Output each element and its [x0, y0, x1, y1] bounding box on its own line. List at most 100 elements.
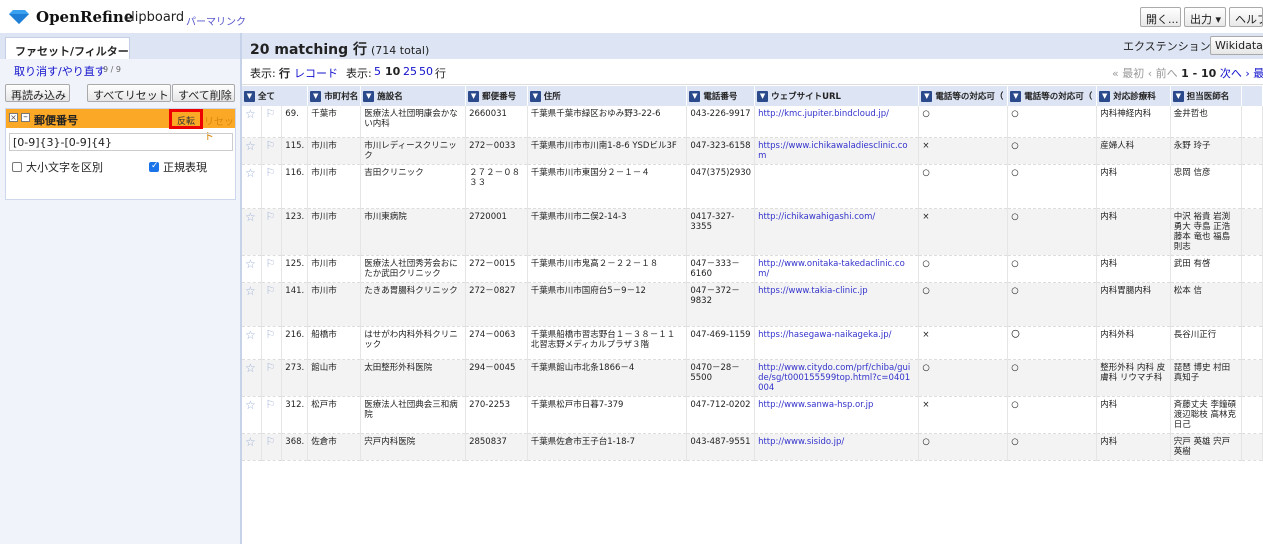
zip-cell[interactable]: 272－0033	[465, 137, 528, 165]
address-cell[interactable]: 千葉県市川市東国分２－１－４	[527, 164, 688, 209]
brand-name[interactable]: OpenRefine	[36, 8, 133, 26]
phone-support-cell[interactable]: ×	[918, 326, 1009, 360]
department-cell[interactable]: 内科外科	[1096, 326, 1171, 360]
facility-name-cell[interactable]: 市川東病院	[360, 208, 467, 256]
flag-icon[interactable]: ⚐	[265, 210, 275, 223]
facility-name-cell[interactable]: たきあ胃腸科クリニック	[360, 282, 467, 327]
facility-name-cell[interactable]: 医療法人社団明康会かない内科	[360, 106, 467, 138]
facility-name-cell[interactable]: はせがわ内科外科クリニック	[360, 326, 467, 360]
column-header[interactable]: ▼ 施設名	[360, 86, 467, 106]
zip-cell[interactable]: 272－0827	[465, 282, 528, 327]
prev-page-link[interactable]: ‹ 前へ	[1148, 67, 1178, 80]
url-cell[interactable]: http://www.onitaka-takedaclinic.com/	[754, 255, 920, 283]
phone-support-cell[interactable]: ○	[1007, 137, 1098, 165]
dropdown-icon[interactable]: ▼	[244, 91, 255, 102]
phone-cell[interactable]: 047－372－9832	[686, 282, 756, 327]
zip-cell[interactable]: 2660031	[465, 106, 528, 138]
phone-support-cell[interactable]: ○	[918, 255, 1009, 283]
website-link[interactable]: https://www.ichikawaladiesclinic.com	[758, 141, 908, 161]
star-cell[interactable]: ☆	[242, 433, 263, 461]
extensions-dropdown[interactable]: Wikidata ▾	[1210, 36, 1263, 55]
filter-expression-input[interactable]: [0-9]{3}-[0-9]{4}	[9, 133, 233, 151]
doctor-cell[interactable]: 琵琶 博史 村田 真知子	[1170, 359, 1243, 397]
phone-support-cell[interactable]: ○	[918, 433, 1009, 461]
dropdown-icon[interactable]: ▼	[689, 91, 701, 102]
dropdown-icon[interactable]: ▼	[921, 91, 933, 102]
flag-cell[interactable]: ⚐	[261, 326, 283, 360]
phone-support-cell[interactable]: ○	[1007, 433, 1098, 461]
city-cell[interactable]: 市川市	[307, 208, 362, 256]
records-mode-link[interactable]: レコード	[294, 65, 338, 81]
dropdown-icon[interactable]: ▼	[1099, 91, 1111, 102]
flag-icon[interactable]: ⚐	[265, 166, 275, 179]
address-cell[interactable]: 千葉県市川市二俣2-14-3	[527, 208, 688, 256]
refresh-button[interactable]: 再読み込み	[5, 84, 70, 102]
phone-support-cell[interactable]: ×	[918, 137, 1009, 165]
phone-cell[interactable]: 0470－28－5500	[686, 359, 756, 397]
flag-icon[interactable]: ⚐	[265, 139, 275, 152]
address-cell[interactable]: 千葉県市川市鬼高２－２２－１８	[527, 255, 688, 283]
url-cell[interactable]: http://www.sisido.jp/	[754, 433, 920, 461]
phone-cell[interactable]: 047－333－6160	[686, 255, 756, 283]
star-icon[interactable]: ☆	[245, 166, 256, 180]
phone-support-cell[interactable]: 〇	[1007, 326, 1098, 360]
city-cell[interactable]: 千葉市	[307, 106, 362, 138]
remove-all-button[interactable]: すべて削除	[172, 84, 235, 102]
city-cell[interactable]: 市川市	[307, 255, 362, 283]
flag-cell[interactable]: ⚐	[261, 106, 283, 138]
star-icon[interactable]: ☆	[245, 435, 256, 449]
star-icon[interactable]: ☆	[245, 139, 256, 153]
phone-support-cell[interactable]: ○	[918, 282, 1009, 327]
star-cell[interactable]: ☆	[242, 106, 263, 138]
flag-cell[interactable]: ⚐	[261, 164, 283, 209]
case-sensitive-option[interactable]: 大小文字を区別	[12, 159, 103, 175]
address-cell[interactable]: 千葉県松戸市日暮7-379	[527, 396, 688, 434]
facility-name-cell[interactable]: 吉田クリニック	[360, 164, 467, 209]
website-link[interactable]: http://www.onitaka-takedaclinic.com/	[758, 259, 905, 279]
phone-cell[interactable]: 043-487-9551	[686, 433, 756, 461]
invert-button[interactable]: 反転	[169, 109, 203, 129]
all-column-header[interactable]: ▼ 全て	[242, 86, 309, 106]
star-cell[interactable]: ☆	[242, 137, 263, 165]
website-link[interactable]: https://www.takia-clinic.jp	[758, 286, 868, 296]
department-cell[interactable]: 内科胃腸内科	[1096, 282, 1171, 327]
doctor-cell[interactable]: 宍戸 英雄 宍戸 英樹	[1170, 433, 1243, 461]
star-cell[interactable]: ☆	[242, 208, 263, 256]
phone-cell[interactable]: 0417-327-3355	[686, 208, 756, 256]
doctor-cell[interactable]: 中沢 裕貴 岩渕 勇大 寺島 正浩 藤本 竜也 福島 則志	[1170, 208, 1243, 256]
facility-name-cell[interactable]: 医療法人社団典会三和病院	[360, 396, 467, 434]
city-cell[interactable]: 市川市	[307, 137, 362, 165]
column-header[interactable]: ▼ 対応診療科	[1096, 86, 1171, 106]
department-cell[interactable]: 内科	[1096, 255, 1171, 283]
phone-support-cell[interactable]: ○	[918, 164, 1009, 209]
phone-support-cell[interactable]: ○	[1007, 208, 1098, 256]
tab-facet-filter[interactable]: ファセット/フィルター	[5, 37, 130, 60]
website-link[interactable]: http://www.citydo.com/prf/chiba/guide/sg…	[758, 363, 910, 393]
flag-icon[interactable]: ⚐	[265, 328, 275, 341]
dropdown-icon[interactable]: ▼	[363, 91, 375, 102]
flag-icon[interactable]: ⚐	[265, 107, 275, 120]
star-icon[interactable]: ☆	[245, 257, 256, 271]
case-sensitive-checkbox[interactable]	[12, 162, 22, 172]
phone-cell[interactable]: 047-469-1159	[686, 326, 756, 360]
department-cell[interactable]: 整形外科 内科 皮膚科 リウマチ科	[1096, 359, 1171, 397]
rows-mode[interactable]: 行	[279, 65, 290, 81]
doctor-cell[interactable]: 武田 有啓	[1170, 255, 1243, 283]
page-size-50[interactable]: 50	[419, 65, 433, 78]
phone-cell[interactable]: 047(375)2930	[686, 164, 756, 209]
help-button[interactable]: ヘルプ	[1229, 7, 1263, 27]
address-cell[interactable]: 千葉県市川市国府台5－9－12	[527, 282, 688, 327]
dropdown-icon[interactable]: ▼	[1172, 91, 1184, 102]
flag-cell[interactable]: ⚐	[261, 255, 283, 283]
doctor-cell[interactable]: 金井哲也	[1170, 106, 1243, 138]
star-cell[interactable]: ☆	[242, 396, 263, 434]
column-header[interactable]: ▼ 電話番号	[686, 86, 756, 106]
page-size-10[interactable]: 10	[385, 65, 400, 78]
city-cell[interactable]: 市川市	[307, 164, 362, 209]
next-page-link[interactable]: 次へ ›	[1220, 67, 1250, 80]
phone-support-cell[interactable]: ○	[918, 106, 1009, 138]
star-icon[interactable]: ☆	[245, 107, 256, 121]
address-cell[interactable]: 千葉県千葉市緑区おゆみ野3-22-6	[527, 106, 688, 138]
flag-icon[interactable]: ⚐	[265, 257, 275, 270]
dropdown-icon[interactable]: ▼	[310, 91, 322, 102]
